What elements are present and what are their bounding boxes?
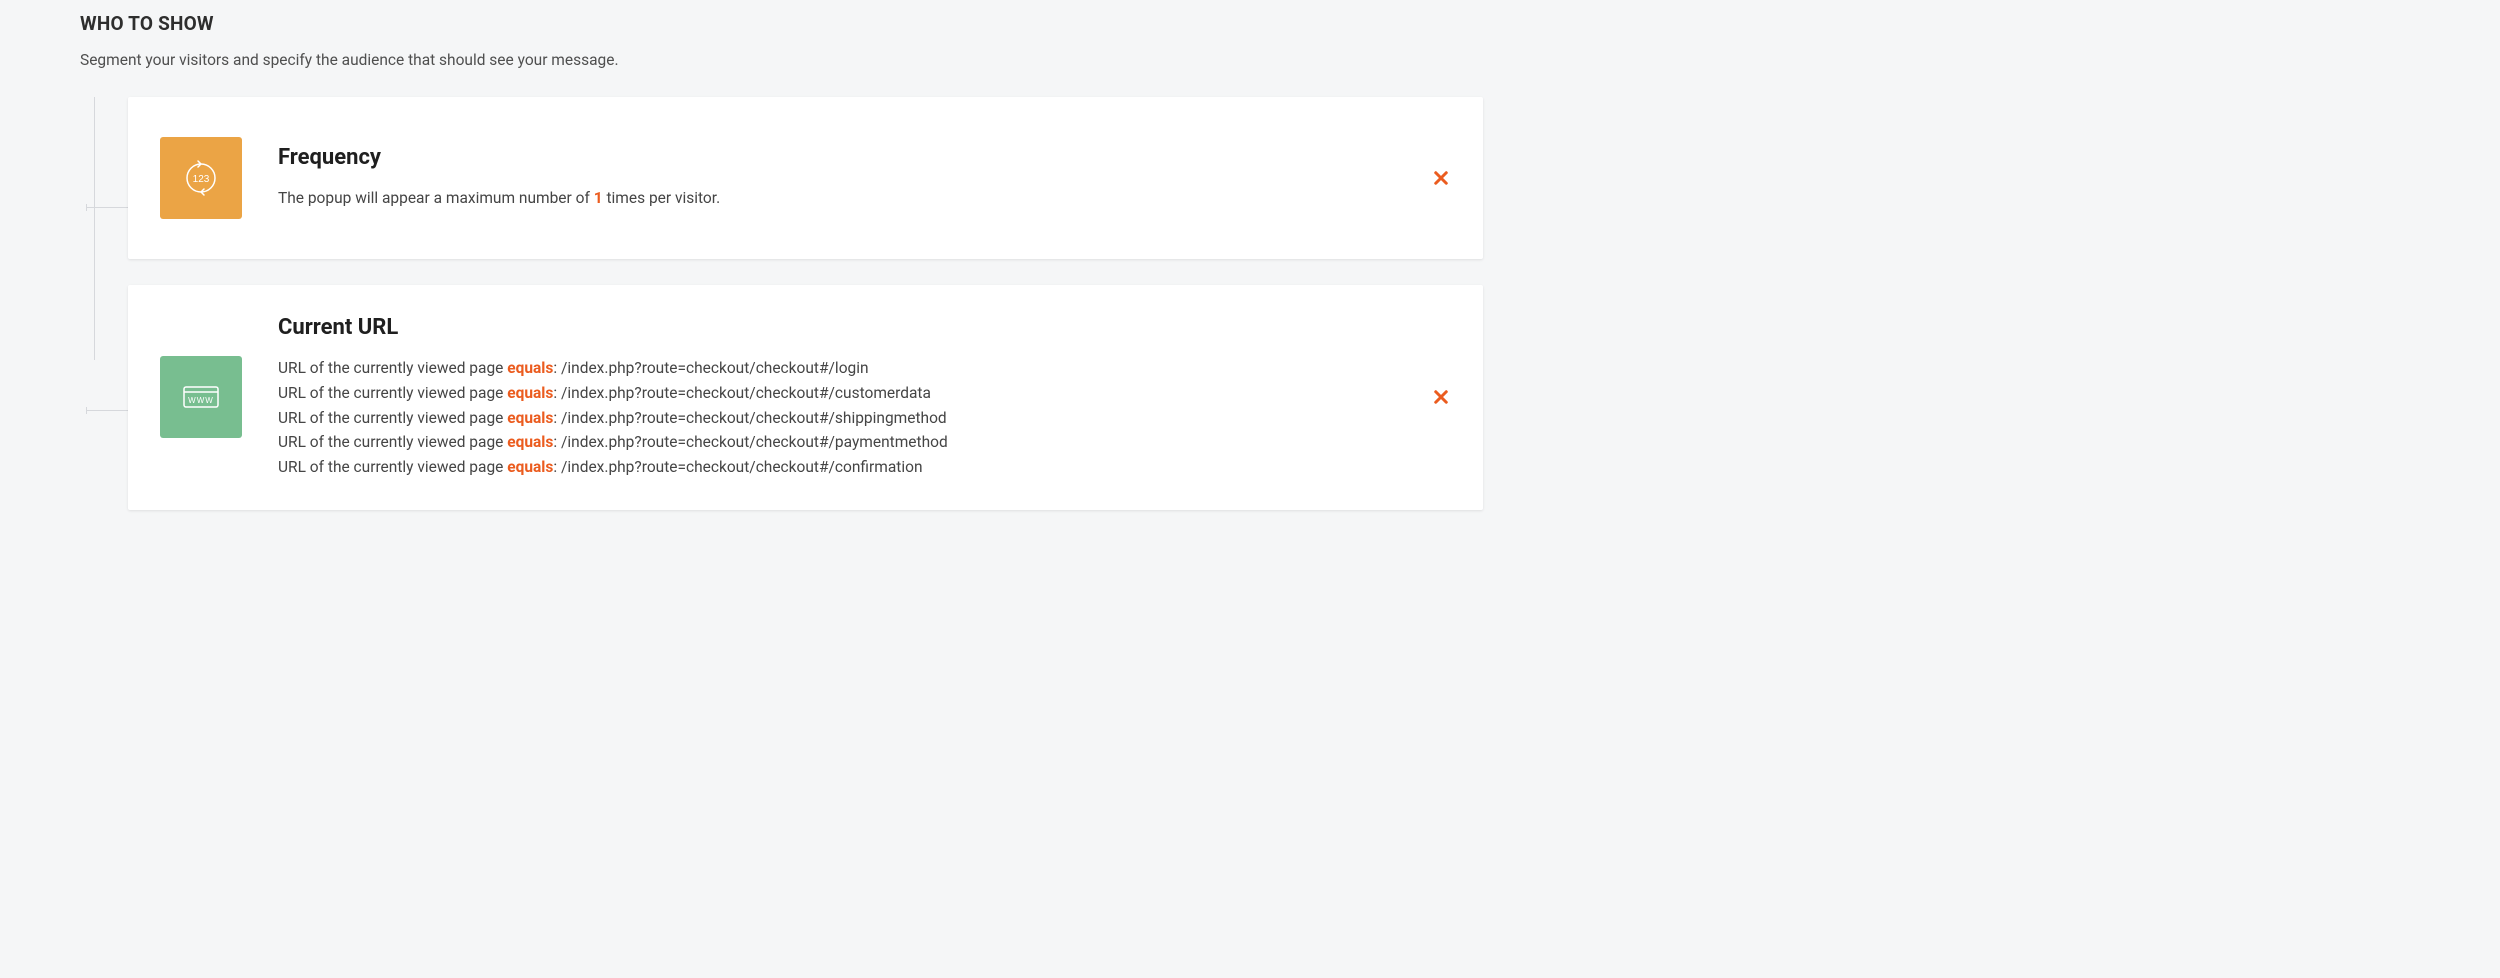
frequency-icon: 123	[160, 137, 242, 219]
url-operator: equals	[507, 359, 553, 377]
url-line-prefix: URL of the currently viewed page	[278, 359, 507, 377]
rule-row-frequency: 123 Frequency The popup will appear a ma…	[94, 97, 1483, 259]
url-conditions-list: URL of the currently viewed page equals:…	[278, 356, 1443, 480]
url-value: /index.php?route=checkout/checkout#/ship…	[561, 409, 947, 427]
frequency-card-description: The popup will appear a maximum number o…	[278, 186, 1443, 210]
url-operator: equals	[507, 433, 553, 451]
url-condition-line: URL of the currently viewed page equals:…	[278, 356, 1443, 381]
frequency-card-content: Frequency The popup will appear a maximu…	[278, 145, 1443, 210]
rules-wrapper: 123 Frequency The popup will appear a ma…	[94, 97, 1483, 510]
www-icon: WWW	[160, 356, 242, 438]
url-value: /index.php?route=checkout/checkout#/paym…	[561, 433, 948, 451]
url-value: /index.php?route=checkout/checkout#/conf…	[561, 458, 923, 476]
svg-text:WWW: WWW	[188, 396, 214, 405]
svg-text:123: 123	[193, 174, 210, 185]
current-url-card[interactable]: WWW Current URL URL of the currently vie…	[128, 285, 1483, 510]
frequency-count: 1	[594, 189, 603, 207]
rule-row-current-url: WWW Current URL URL of the currently vie…	[94, 285, 1483, 510]
url-condition-line: URL of the currently viewed page equals:…	[278, 430, 1443, 455]
url-condition-line: URL of the currently viewed page equals:…	[278, 455, 1443, 480]
remove-current-url-button[interactable]	[1429, 385, 1453, 409]
frequency-prefix-text: The popup will appear a maximum number o…	[278, 189, 594, 207]
remove-frequency-button[interactable]	[1429, 166, 1453, 190]
section-title: WHO TO SHOW	[80, 12, 1483, 35]
frequency-card[interactable]: 123 Frequency The popup will appear a ma…	[128, 97, 1483, 259]
url-value: /index.php?route=checkout/checkout#/logi…	[561, 359, 869, 377]
url-condition-line: URL of the currently viewed page equals:…	[278, 406, 1443, 431]
url-operator: equals	[507, 458, 553, 476]
url-line-prefix: URL of the currently viewed page	[278, 409, 507, 427]
current-url-card-content: Current URL URL of the currently viewed …	[278, 315, 1443, 480]
url-operator: equals	[507, 409, 553, 427]
close-icon	[1432, 388, 1450, 406]
url-value: /index.php?route=checkout/checkout#/cust…	[561, 384, 931, 402]
close-icon	[1432, 169, 1450, 187]
connector-tick	[86, 407, 87, 414]
url-line-prefix: URL of the currently viewed page	[278, 433, 507, 451]
current-url-card-title: Current URL	[278, 315, 1443, 340]
url-condition-line: URL of the currently viewed page equals:…	[278, 381, 1443, 406]
url-operator: equals	[507, 384, 553, 402]
connector-line	[86, 410, 128, 411]
connector-line	[86, 207, 128, 208]
url-line-prefix: URL of the currently viewed page	[278, 384, 507, 402]
url-line-prefix: URL of the currently viewed page	[278, 458, 507, 476]
section-subtitle: Segment your visitors and specify the au…	[80, 51, 1483, 69]
who-to-show-section: WHO TO SHOW Segment your visitors and sp…	[0, 0, 1563, 510]
frequency-card-title: Frequency	[278, 145, 1443, 170]
connector-tick	[86, 204, 87, 211]
frequency-suffix-text: times per visitor.	[603, 189, 721, 207]
